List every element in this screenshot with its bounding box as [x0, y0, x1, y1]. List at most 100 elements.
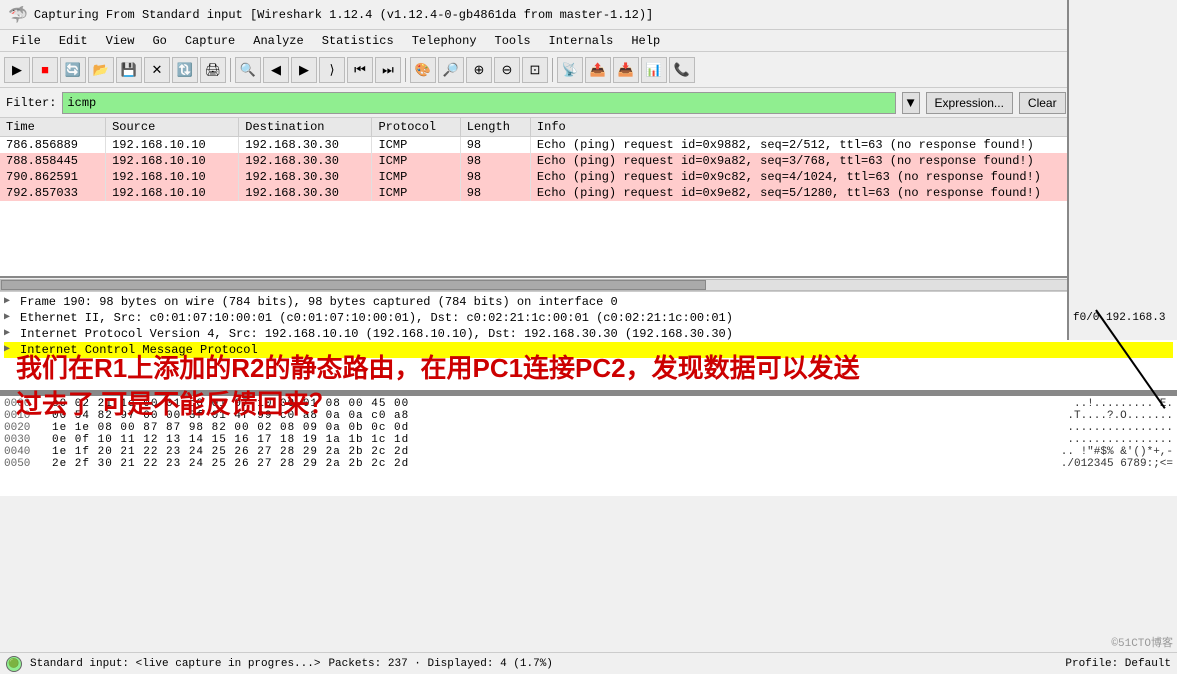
toolbar-stop-btn[interactable]: ■ — [32, 57, 58, 83]
cell-length: 98 — [460, 137, 530, 154]
titlebar-left: 🦈 Capturing From Standard input [Wiresha… — [8, 5, 653, 25]
toolbar-last-btn[interactable]: ⏭ — [375, 57, 401, 83]
toolbar-autozoom-btn[interactable]: 🔎 — [438, 57, 464, 83]
menu-item-edit[interactable]: Edit — [51, 32, 96, 50]
toolbar-close-btn[interactable]: ✕ — [144, 57, 170, 83]
hex-row: 0010 00 54 82 97 00 00 3f 01 4f 99 c0 a8 … — [4, 410, 1173, 422]
toolbar-back-btn[interactable]: ◀ — [263, 57, 289, 83]
toolbar-resize-btn[interactable]: ⊡ — [522, 57, 548, 83]
toolbar-go-btn[interactable]: ⟩ — [319, 57, 345, 83]
wireshark-icon: 🦈 — [8, 5, 28, 25]
hex-offset: 0040 — [4, 446, 44, 458]
cell-source: 192.168.10.10 — [106, 153, 239, 169]
main-area: Time Source Destination Protocol Length … — [0, 118, 1177, 674]
clear-button[interactable]: Clear — [1019, 92, 1066, 114]
table-row[interactable]: 790.862591192.168.10.10192.168.30.30ICMP… — [0, 169, 1177, 185]
toolbar-stats-btn[interactable]: 📊 — [641, 57, 667, 83]
toolbar-start-btn[interactable]: ▶ — [4, 57, 30, 83]
hscroll-thumb[interactable] — [1, 280, 706, 290]
expand-icon: ▶ — [4, 311, 16, 323]
table-row[interactable]: 786.856889192.168.10.10192.168.30.30ICMP… — [0, 137, 1177, 154]
menu-item-analyze[interactable]: Analyze — [245, 32, 311, 50]
table-row[interactable]: 788.858445192.168.10.10192.168.30.30ICMP… — [0, 153, 1177, 169]
filter-dropdown-btn[interactable]: ▼ — [902, 92, 920, 114]
menubar: FileEditViewGoCaptureAnalyzeStatisticsTe… — [0, 30, 1177, 52]
menu-item-internals[interactable]: Internals — [541, 32, 622, 50]
toolbar-print-btn[interactable]: 🖨 — [200, 57, 226, 83]
toolbar-reload-btn[interactable]: 🔃 — [172, 57, 198, 83]
detail-row[interactable]: ▶Internet Protocol Version 4, Src: 192.1… — [4, 326, 1173, 342]
hex-bytes: 00 54 82 97 00 00 3f 01 4f 99 c0 a8 0a 0… — [52, 410, 1059, 422]
hex-row: 00201e 1e 08 00 87 87 98 82 00 02 08 09 … — [4, 422, 1173, 434]
titlebar: 🦈 Capturing From Standard input [Wiresha… — [0, 0, 1177, 30]
cell-length: 98 — [460, 153, 530, 169]
filterbar: Filter: ▼ Expression... Clear Apply Save — [0, 88, 1177, 118]
watermark: ©51CTO博客 — [1107, 632, 1177, 652]
hex-ascii: ./012345 6789:;<= — [1061, 458, 1173, 470]
menu-item-file[interactable]: File — [4, 32, 49, 50]
cell-time: 786.856889 — [0, 137, 106, 154]
menu-item-tools[interactable]: Tools — [487, 32, 539, 50]
toolbar: ▶ ■ 🔄 📂 💾 ✕ 🔃 🖨 🔍 ◀ ▶ ⟩ ⏮ ⏭ 🎨 🔎 ⊕ ⊖ ⊡ 📡 … — [0, 52, 1177, 88]
packet-detail: ▶ Frame 190: 98 bytes on wire (784 bits),… — [0, 292, 1177, 392]
table-row[interactable]: 792.857033192.168.10.10192.168.30.30ICMP… — [0, 185, 1177, 201]
menu-item-go[interactable]: Go — [144, 32, 174, 50]
cell-protocol: ICMP — [372, 169, 460, 185]
hex-bytes: 1e 1e 08 00 87 87 98 82 00 02 08 09 0a 0… — [52, 422, 1059, 434]
detail-text: Internet Control Message Protocol — [20, 343, 258, 357]
hscroll-bar[interactable] — [0, 279, 1177, 291]
detail-row[interactable]: ▶ Internet Control Message Protocol — [4, 342, 1173, 358]
detail-text: Frame 190: 98 bytes on wire (784 bits), … — [20, 295, 618, 309]
cell-destination: 192.168.30.30 — [239, 185, 372, 201]
detail-row[interactable]: ▶ Frame 190: 98 bytes on wire (784 bits),… — [4, 294, 1173, 310]
toolbar-save-btn[interactable]: 💾 — [116, 57, 142, 83]
cell-source: 192.168.10.10 — [106, 137, 239, 154]
expand-icon: ▶ — [4, 295, 16, 307]
toolbar-zoomout-btn[interactable]: ⊖ — [494, 57, 520, 83]
toolbar-zoomin-btn[interactable]: ⊕ — [466, 57, 492, 83]
hex-bytes: 0e 0f 10 11 12 13 14 15 16 17 18 19 1a 1… — [52, 434, 1059, 446]
filter-input[interactable] — [62, 92, 895, 114]
detail-row[interactable]: ▶Ethernet II, Src: c0:01:07:10:00:01 (c0… — [4, 310, 1173, 326]
menu-item-telephony[interactable]: Telephony — [404, 32, 485, 50]
cell-length: 98 — [460, 169, 530, 185]
cell-destination: 192.168.30.30 — [239, 137, 372, 154]
toolbar-import-btn[interactable]: 📥 — [613, 57, 639, 83]
toolbar-open-btn[interactable]: 📂 — [88, 57, 114, 83]
expression-button[interactable]: Expression... — [926, 92, 1013, 114]
hscroll-area[interactable] — [0, 278, 1177, 292]
cell-source: 192.168.10.10 — [106, 169, 239, 185]
col-protocol: Protocol — [372, 118, 460, 137]
cell-destination: 192.168.30.30 — [239, 169, 372, 185]
col-time: Time — [0, 118, 106, 137]
right-panel: f0/0 192.168.3 — [1067, 0, 1177, 340]
menu-item-view[interactable]: View — [98, 32, 143, 50]
toolbar-capture-btn[interactable]: 📡 — [557, 57, 583, 83]
toolbar-find-btn[interactable]: 🔍 — [235, 57, 261, 83]
cell-protocol: ICMP — [372, 185, 460, 201]
toolbar-fwd-btn[interactable]: ▶ — [291, 57, 317, 83]
cell-protocol: ICMP — [372, 137, 460, 154]
hex-bytes: c0 02 21 1c 00 01 c0 01 07 10 00 01 08 0… — [52, 398, 1066, 410]
cell-time: 790.862591 — [0, 169, 106, 185]
col-destination: Destination — [239, 118, 372, 137]
hex-row: 00502e 2f 30 21 22 23 24 25 26 27 28 29 … — [4, 458, 1173, 470]
toolbar-restart-btn[interactable]: 🔄 — [60, 57, 86, 83]
menu-item-capture[interactable]: Capture — [177, 32, 243, 50]
toolbar-first-btn[interactable]: ⏮ — [347, 57, 373, 83]
hex-row: 00300e 0f 10 11 12 13 14 15 16 17 18 19 … — [4, 434, 1173, 446]
packet-list[interactable]: Time Source Destination Protocol Length … — [0, 118, 1177, 278]
hex-bytes: 1e 1f 20 21 22 23 24 25 26 27 28 29 2a 2… — [52, 446, 1053, 458]
hex-row: 0040 1e 1f 20 21 22 23 24 25 26 27 28 29 … — [4, 446, 1173, 458]
expand-icon: ▶ — [4, 343, 16, 355]
toolbar-tel-btn[interactable]: 📞 — [669, 57, 695, 83]
hex-offset: 0050 — [4, 458, 44, 470]
hex-offset: 0000 — [4, 398, 44, 410]
status-packets: Packets: 237 · Displayed: 4 (1.7%) — [328, 658, 552, 670]
menu-item-help[interactable]: Help — [623, 32, 668, 50]
cell-time: 788.858445 — [0, 153, 106, 169]
hex-offset: 0010 — [4, 410, 44, 422]
menu-item-statistics[interactable]: Statistics — [314, 32, 402, 50]
toolbar-export-btn[interactable]: 📤 — [585, 57, 611, 83]
toolbar-colorize-btn[interactable]: 🎨 — [410, 57, 436, 83]
